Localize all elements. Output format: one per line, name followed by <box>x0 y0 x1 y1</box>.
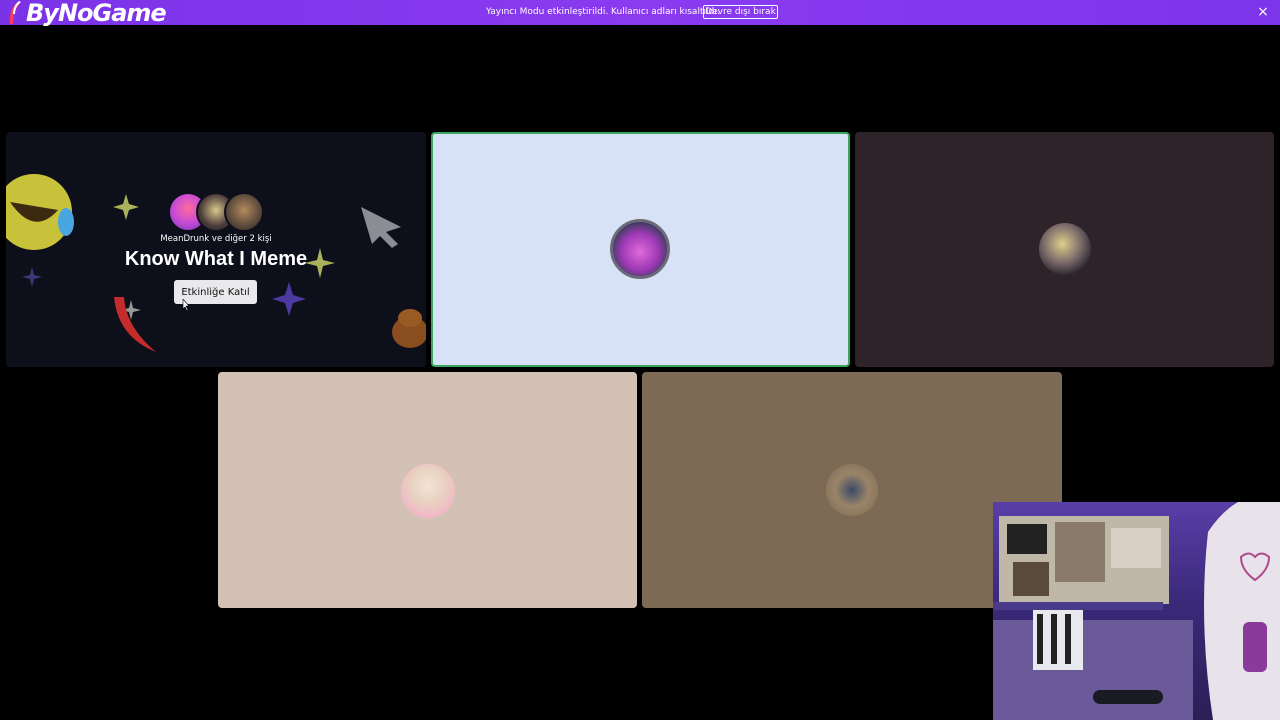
poop-emoji-icon <box>392 309 426 348</box>
user-avatar <box>1039 223 1091 275</box>
webcam-overlay <box>993 502 1280 720</box>
user-avatar <box>401 464 455 518</box>
participant-avatar <box>224 192 264 232</box>
mouse-cursor-icon <box>182 296 190 312</box>
activity-participants: MeanDrunk ve diğer 2 kişi <box>160 234 272 244</box>
armrest <box>1093 690 1163 704</box>
activity-title: Know What I Meme <box>124 248 308 270</box>
activity-tile[interactable]: MeanDrunk ve diğer 2 kişi Know What I Me… <box>6 132 426 367</box>
participant-tile[interactable] <box>855 132 1274 367</box>
wall-poster <box>999 516 1169 604</box>
close-icon[interactable]: × <box>1256 4 1270 20</box>
participant-tile-speaking[interactable] <box>431 132 850 367</box>
gaming-chair <box>1204 502 1280 720</box>
participant-tile[interactable] <box>218 372 637 608</box>
sparkle-icon <box>113 194 139 220</box>
couch <box>993 610 1193 720</box>
streamer-mode-banner: ByNoGame Yayıncı Modu etkinleştirildi. K… <box>0 0 1280 28</box>
chili-pepper-icon <box>114 297 156 352</box>
logo-text: ByNoGame <box>26 0 167 27</box>
user-avatar <box>826 464 878 516</box>
sparkle-icon <box>272 282 306 316</box>
user-avatar <box>610 219 670 279</box>
streamer-mode-message: Yayıncı Modu etkinleştirildi. Kullanıcı … <box>486 7 720 17</box>
bynogame-logo: ByNoGame <box>6 0 167 28</box>
wall-shelf <box>993 602 1163 610</box>
logo-feather-icon <box>6 0 22 26</box>
disable-streamer-mode-button[interactable]: Devre dışı bırak <box>703 5 778 19</box>
